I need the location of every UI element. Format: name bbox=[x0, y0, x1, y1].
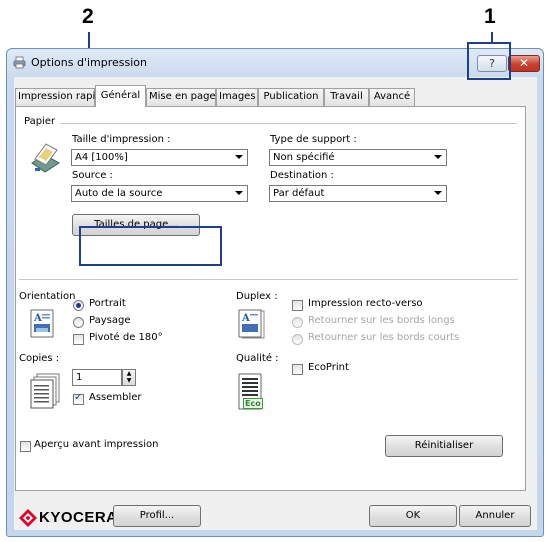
callout-box-page-sizes bbox=[79, 226, 222, 266]
two-sided-label: Impression recto-verso bbox=[308, 298, 423, 309]
portrait-radio[interactable] bbox=[73, 300, 84, 311]
landscape-radio[interactable] bbox=[73, 317, 84, 328]
ecoprint-checkbox[interactable] bbox=[292, 364, 303, 375]
print-preview-label: Aperçu avant impression bbox=[34, 439, 159, 450]
chevron-down-icon bbox=[235, 155, 243, 159]
media-type-select[interactable]: Non spécifié bbox=[269, 149, 447, 166]
chevron-down-icon bbox=[434, 191, 442, 195]
chevron-down-icon bbox=[434, 155, 442, 159]
section-divider bbox=[19, 279, 518, 280]
kyocera-logo-icon bbox=[19, 509, 37, 527]
short-edge-label: Retourner sur les bords courts bbox=[308, 332, 460, 343]
print-options-window: Options d'impression ? ✕ Impression rapi… bbox=[6, 48, 544, 537]
dialog-client: Impression rapide Général Mise en page I… bbox=[14, 77, 537, 530]
print-size-label: Taille d'impression : bbox=[72, 134, 171, 145]
print-size-select[interactable]: A4 [100%] bbox=[71, 149, 248, 166]
destination-select[interactable]: Par défaut bbox=[269, 185, 447, 202]
ok-button[interactable]: OK bbox=[369, 505, 457, 527]
tab-publication[interactable]: Publication bbox=[258, 88, 324, 106]
orientation-label: Orientation bbox=[19, 291, 76, 302]
portrait-orientation-icon: A bbox=[30, 309, 54, 338]
short-edge-radio[interactable] bbox=[292, 334, 303, 345]
reset-button[interactable]: Réinitialiser bbox=[385, 435, 503, 457]
source-select[interactable]: Auto de la source bbox=[71, 185, 248, 202]
quality-label: Qualité : bbox=[236, 353, 279, 364]
long-edge-radio[interactable] bbox=[292, 317, 303, 328]
duplex-label: Duplex : bbox=[236, 291, 278, 302]
collate-checkbox[interactable] bbox=[73, 392, 84, 405]
kyocera-wordmark: KYOCERA bbox=[39, 509, 118, 526]
tab-job[interactable]: Travail bbox=[324, 88, 369, 106]
media-type-value: Non spécifié bbox=[273, 152, 335, 163]
copies-label: Copies : bbox=[19, 353, 60, 364]
print-preview-checkbox[interactable] bbox=[20, 441, 31, 452]
eco-badge: Eco bbox=[243, 398, 263, 409]
general-tab-panel: Papier Taille d'impression : A4 [100%] T… bbox=[15, 106, 526, 491]
collate-label: Assembler bbox=[89, 392, 142, 403]
copies-stack-icon bbox=[30, 373, 60, 409]
long-edge-label: Retourner sur les bords longs bbox=[308, 315, 455, 326]
callout-line-1 bbox=[491, 32, 493, 42]
tab-quick-print[interactable]: Impression rapide bbox=[15, 88, 108, 106]
destination-value: Par défaut bbox=[273, 188, 325, 199]
source-label: Source : bbox=[72, 170, 113, 181]
callout-number-1: 1 bbox=[484, 5, 496, 28]
rotate-180-label: Pivoté de 180° bbox=[89, 332, 163, 343]
callout-number-2: 2 bbox=[82, 5, 94, 28]
svg-text:A: A bbox=[33, 313, 42, 324]
print-size-value: A4 [100%] bbox=[75, 152, 128, 163]
portrait-label: Portrait bbox=[89, 298, 126, 309]
paper-tray-icon bbox=[31, 143, 60, 173]
tab-general[interactable]: Général bbox=[95, 85, 146, 107]
close-button[interactable]: ✕ bbox=[508, 55, 540, 72]
profile-button[interactable]: Profil... bbox=[113, 505, 201, 527]
duplex-document-icon: A bbox=[238, 309, 265, 339]
cancel-button[interactable]: Annuler bbox=[459, 505, 531, 527]
source-value: Auto de la source bbox=[75, 188, 163, 199]
title-bar[interactable]: Options d'impression ? ✕ bbox=[7, 49, 543, 77]
copies-input[interactable]: 1 bbox=[72, 369, 122, 386]
paper-group-label: Papier bbox=[24, 116, 56, 127]
landscape-label: Paysage bbox=[89, 315, 131, 326]
copies-spinner[interactable]: ▲ ▼ bbox=[122, 369, 136, 386]
ecoprint-label: EcoPrint bbox=[308, 362, 349, 373]
callout-box-help bbox=[467, 42, 511, 80]
tab-layout[interactable]: Mise en page bbox=[146, 88, 216, 106]
two-sided-checkbox[interactable] bbox=[292, 300, 303, 311]
svg-text:A: A bbox=[241, 313, 250, 324]
printer-icon bbox=[13, 56, 26, 69]
rotate-180-checkbox[interactable] bbox=[73, 334, 84, 345]
tab-advanced[interactable]: Avancé bbox=[369, 88, 415, 106]
chevron-down-icon bbox=[235, 191, 243, 195]
media-type-label: Type de support : bbox=[270, 134, 357, 145]
window-title: Options d'impression bbox=[31, 56, 147, 69]
destination-label: Destination : bbox=[270, 170, 334, 181]
paper-group-divider bbox=[61, 123, 517, 124]
tab-images[interactable]: Images bbox=[216, 88, 258, 106]
